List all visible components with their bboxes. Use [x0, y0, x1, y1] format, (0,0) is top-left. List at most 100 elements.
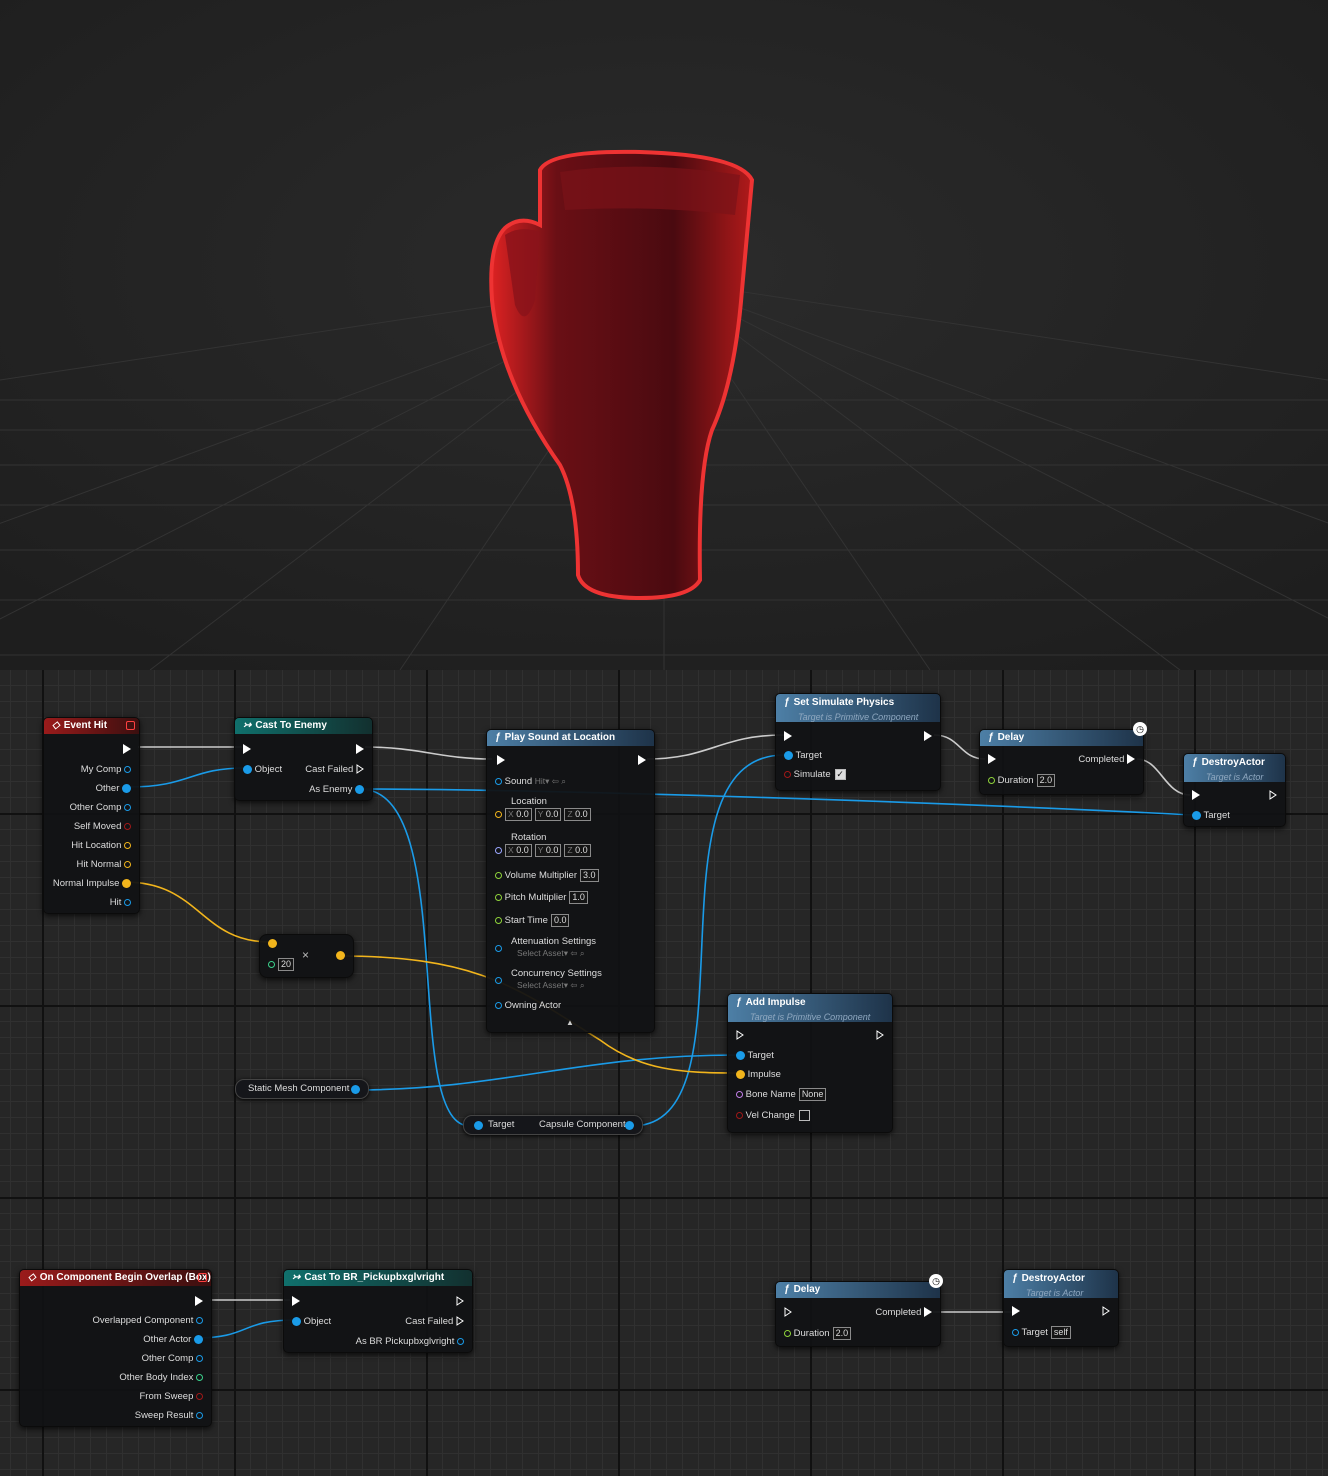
- object-pin-icon[interactable]: [351, 1085, 360, 1094]
- cast-to-br-node[interactable]: ↣ Cast To BR_Pickupbxglvright Object Cast…: [283, 1269, 473, 1353]
- pin-self-moved[interactable]: Self Moved: [74, 821, 131, 833]
- exec-in-pin[interactable]: [1012, 1306, 1020, 1318]
- target-self-field[interactable]: self: [1050, 1326, 1071, 1339]
- delay-node[interactable]: ƒ Delay Completed Duration 2.0: [979, 729, 1144, 795]
- pin-my-comp[interactable]: My Comp: [81, 764, 131, 776]
- dropdown-arrow-icon[interactable]: ▾ ⇦ ⌕: [564, 948, 585, 958]
- impulse-pin[interactable]: Impulse: [736, 1069, 781, 1081]
- pin-hit-normal[interactable]: Hit Normal: [76, 859, 131, 871]
- bone-name-pin[interactable]: Bone Name None: [736, 1088, 827, 1101]
- duration-field[interactable]: 2.0: [832, 1327, 852, 1340]
- event-hit-header[interactable]: ◇ Event Hit: [44, 718, 139, 734]
- cast-header[interactable]: ↣ Cast To BR_Pickupbxglvright: [284, 1270, 472, 1286]
- dropdown-arrow-icon[interactable]: ▾ ⇦ ⌕: [545, 776, 566, 786]
- volume-field[interactable]: 3.0: [579, 869, 599, 882]
- delegate-pin-icon[interactable]: [198, 1273, 207, 1282]
- cast-failed-pin[interactable]: Cast Failed: [405, 1316, 464, 1328]
- location-z-field[interactable]: 0.0: [575, 809, 588, 819]
- concurrency-pin[interactable]: [495, 975, 502, 987]
- rotation-pin[interactable]: X 0.0 Y 0.0 Z 0.0: [495, 844, 591, 857]
- start-time-pin[interactable]: Start Time 0.0: [495, 914, 570, 927]
- cast-failed-pin[interactable]: Cast Failed: [305, 764, 364, 776]
- delegate-pin-icon[interactable]: [126, 721, 135, 730]
- target-pin[interactable]: Target: [1192, 810, 1230, 822]
- pin-overlapped-component[interactable]: Overlapped Component: [92, 1315, 203, 1327]
- pin-normal-impulse[interactable]: Normal Impulse: [53, 878, 131, 890]
- multiply-output[interactable]: [336, 950, 345, 962]
- pin-other-comp[interactable]: Other Comp: [70, 802, 131, 814]
- component-begin-overlap-node[interactable]: ◇ On Component Begin Overlap (Box) Overla…: [19, 1269, 212, 1427]
- pin-other[interactable]: Other: [96, 783, 131, 795]
- delay-header[interactable]: ƒ Delay: [980, 730, 1143, 746]
- concurrency-select[interactable]: Select Asset▾ ⇦ ⌕: [517, 979, 585, 992]
- pin-other-actor[interactable]: Other Actor: [143, 1334, 203, 1346]
- cast-to-enemy-node[interactable]: ↣ Cast To Enemy Object Cast Failed As Ene…: [234, 717, 373, 801]
- rotation-x-field[interactable]: 0.0: [516, 845, 529, 855]
- exec-out-pin[interactable]: [876, 1030, 884, 1042]
- exec-out-pin[interactable]: [638, 755, 646, 767]
- attenuation-select[interactable]: Select Asset▾ ⇦ ⌕: [517, 947, 585, 960]
- completed-pin[interactable]: Completed: [1078, 754, 1135, 766]
- target-pin[interactable]: Target: [784, 750, 822, 762]
- event-hit-node[interactable]: ◇ Event Hit My Comp Other Other Comp Self…: [43, 717, 140, 914]
- play-sound-node[interactable]: ƒ Play Sound at Location Sound Hit▾ ⇦ ⌕ L…: [486, 729, 655, 1033]
- location-pin[interactable]: X 0.0 Y 0.0 Z 0.0: [495, 808, 591, 821]
- exec-out-pin[interactable]: [1102, 1306, 1110, 1318]
- rotation-z-field[interactable]: 0.0: [575, 845, 588, 855]
- duration-pin[interactable]: Duration 2.0: [988, 774, 1056, 787]
- pin-other-comp[interactable]: Other Comp: [142, 1353, 203, 1365]
- exec-in-pin[interactable]: [243, 744, 251, 756]
- exec-in-pin[interactable]: [292, 1296, 300, 1308]
- collapse-arrow-icon[interactable]: ▲: [566, 1017, 574, 1029]
- pitch-pin[interactable]: Pitch Multiplier 1.0: [495, 891, 588, 904]
- target-pin[interactable]: Target: [736, 1050, 774, 1062]
- static-mesh-component-getter[interactable]: Static Mesh Component: [235, 1079, 369, 1099]
- vel-change-pin[interactable]: Vel Change: [736, 1110, 810, 1122]
- destroy-header[interactable]: ƒ DestroyActor Target is Actor: [1004, 1270, 1118, 1298]
- exec-out-pin[interactable]: [356, 744, 364, 756]
- destroy-actor-node[interactable]: ƒ DestroyActor Target is Actor Target: [1183, 753, 1286, 827]
- exec-out-pin[interactable]: [123, 744, 131, 756]
- simulate-checkbox[interactable]: ✓: [834, 769, 846, 780]
- cast-header[interactable]: ↣ Cast To Enemy: [235, 718, 372, 734]
- exec-out-pin[interactable]: [924, 731, 932, 743]
- multiply-input-b[interactable]: 20: [268, 958, 295, 971]
- pin-hit-location[interactable]: Hit Location: [71, 840, 131, 852]
- volume-pin[interactable]: Volume Multiplier 3.0: [495, 869, 599, 882]
- multiply-value-field[interactable]: 20: [278, 958, 295, 971]
- add-impulse-node[interactable]: ƒ Add Impulse Target is Primitive Componen…: [727, 993, 893, 1133]
- set-simulate-physics-node[interactable]: ƒ Set Simulate Physics Target is Primitive…: [775, 693, 941, 791]
- blueprint-graph[interactable]: ◇ Event Hit My Comp Other Other Comp Self…: [0, 670, 1328, 1476]
- exec-in-pin[interactable]: [1192, 790, 1200, 802]
- bone-name-field[interactable]: None: [798, 1088, 827, 1101]
- object-input-pin[interactable]: Object: [292, 1316, 331, 1328]
- location-y-field[interactable]: 0.0: [546, 809, 559, 819]
- multiply-input-a[interactable]: [268, 938, 277, 950]
- duration-pin[interactable]: Duration 2.0: [784, 1327, 852, 1340]
- vel-change-checkbox[interactable]: [798, 1110, 810, 1121]
- as-br-pin[interactable]: As BR Pickupbxglvright: [356, 1336, 464, 1348]
- exec-in-pin[interactable]: [988, 754, 996, 766]
- simulate-pin[interactable]: Simulate ✓: [784, 769, 846, 781]
- pin-sweep-result[interactable]: Sweep Result: [135, 1410, 203, 1422]
- attenuation-pin[interactable]: [495, 943, 502, 955]
- multiply-node[interactable]: × 20: [259, 934, 354, 978]
- owning-actor-pin[interactable]: Owning Actor: [495, 1000, 561, 1012]
- pin-other-body-index[interactable]: Other Body Index: [119, 1372, 203, 1384]
- as-enemy-pin[interactable]: As Enemy: [309, 784, 364, 796]
- target-pin[interactable]: Target self: [1012, 1326, 1071, 1339]
- exec-out-pin[interactable]: [1269, 790, 1277, 802]
- duration-field[interactable]: 2.0: [1036, 774, 1056, 787]
- destroy-header[interactable]: ƒ DestroyActor Target is Actor: [1184, 754, 1285, 782]
- exec-out-pin[interactable]: [195, 1296, 203, 1308]
- exec-out-pin[interactable]: [456, 1296, 464, 1308]
- exec-in-pin[interactable]: [497, 755, 505, 767]
- exec-in-pin[interactable]: [736, 1030, 744, 1042]
- completed-pin[interactable]: Completed: [875, 1307, 932, 1319]
- object-pin-icon[interactable]: [625, 1121, 634, 1130]
- pin-hit[interactable]: Hit: [110, 897, 131, 909]
- object-input-pin[interactable]: Object: [243, 764, 282, 776]
- sound-asset-select[interactable]: Hit: [535, 776, 545, 786]
- destroy-actor-node-2[interactable]: ƒ DestroyActor Target is Actor Target self: [1003, 1269, 1119, 1347]
- exec-in-pin[interactable]: [784, 1307, 792, 1319]
